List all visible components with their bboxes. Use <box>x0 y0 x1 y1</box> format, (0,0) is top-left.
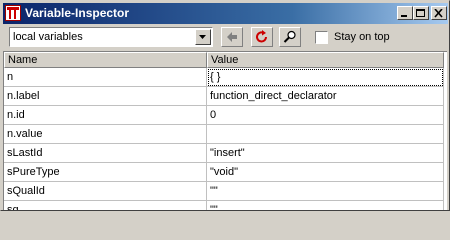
toolbar: local variables Stay on top <box>3 25 448 49</box>
minimize-button[interactable] <box>397 6 413 20</box>
back-button[interactable] <box>221 27 243 47</box>
variable-value[interactable] <box>207 125 444 144</box>
stay-on-top-checkbox[interactable] <box>315 31 328 44</box>
minimize-icon <box>401 15 407 17</box>
variable-value[interactable]: "" <box>207 201 444 210</box>
refresh-icon <box>256 30 267 43</box>
variable-name[interactable]: n.label <box>4 87 207 106</box>
window-title: Variable-Inspector <box>25 6 130 20</box>
maximize-icon <box>416 9 425 17</box>
variable-value[interactable]: "" <box>207 182 444 201</box>
variable-value[interactable]: 0 <box>207 106 444 125</box>
stay-on-top-label[interactable]: Stay on top <box>334 31 390 43</box>
variable-value[interactable]: "insert" <box>207 144 444 163</box>
variable-name[interactable]: sLastId <box>4 144 207 163</box>
scope-select-value: local variables <box>13 31 83 43</box>
variable-name[interactable]: sQualId <box>4 182 207 201</box>
table-row[interactable]: sLastId "insert" <box>4 144 447 163</box>
variable-value[interactable]: function_direct_declarator <box>207 87 444 106</box>
close-button[interactable] <box>431 6 447 20</box>
left-arrow-icon <box>227 32 237 42</box>
variable-name[interactable]: sq <box>4 201 207 210</box>
variable-name[interactable]: n <box>4 68 207 87</box>
magnifier-icon <box>283 30 296 43</box>
variable-value[interactable]: "void" <box>207 163 444 182</box>
table-row[interactable]: n { } <box>4 68 447 87</box>
variable-name[interactable]: n.value <box>4 125 207 144</box>
variables-table[interactable]: Name Value n { } n.label function_direct… <box>3 51 447 210</box>
variable-inspector-window: Variable-Inspector local variables Stay … <box>0 0 450 211</box>
close-icon <box>434 9 443 18</box>
table-row[interactable]: n.value <box>4 125 447 144</box>
table-row[interactable]: sQualId "" <box>4 182 447 201</box>
scope-select-dropdown-button[interactable] <box>195 29 211 45</box>
table-row[interactable]: n.label function_direct_declarator <box>4 87 447 106</box>
column-header-value[interactable]: Value <box>207 52 444 68</box>
table-body: n { } n.label function_direct_declarator… <box>4 68 447 210</box>
app-icon[interactable] <box>5 5 21 21</box>
table-row[interactable]: sPureType "void" <box>4 163 447 182</box>
scope-select[interactable]: local variables <box>9 27 213 47</box>
table-header: Name Value <box>4 52 447 68</box>
variable-name[interactable]: n.id <box>4 106 207 125</box>
column-header-name[interactable]: Name <box>4 52 207 68</box>
maximize-button[interactable] <box>413 6 429 20</box>
variable-value[interactable]: { } <box>207 68 444 87</box>
title-bar[interactable]: Variable-Inspector <box>3 3 448 24</box>
variable-name[interactable]: sPureType <box>4 163 207 182</box>
refresh-button[interactable] <box>251 27 273 47</box>
find-button[interactable] <box>279 27 301 47</box>
table-row[interactable]: n.id 0 <box>4 106 447 125</box>
chevron-down-icon <box>199 35 206 39</box>
table-row[interactable]: sq "" <box>4 201 447 210</box>
